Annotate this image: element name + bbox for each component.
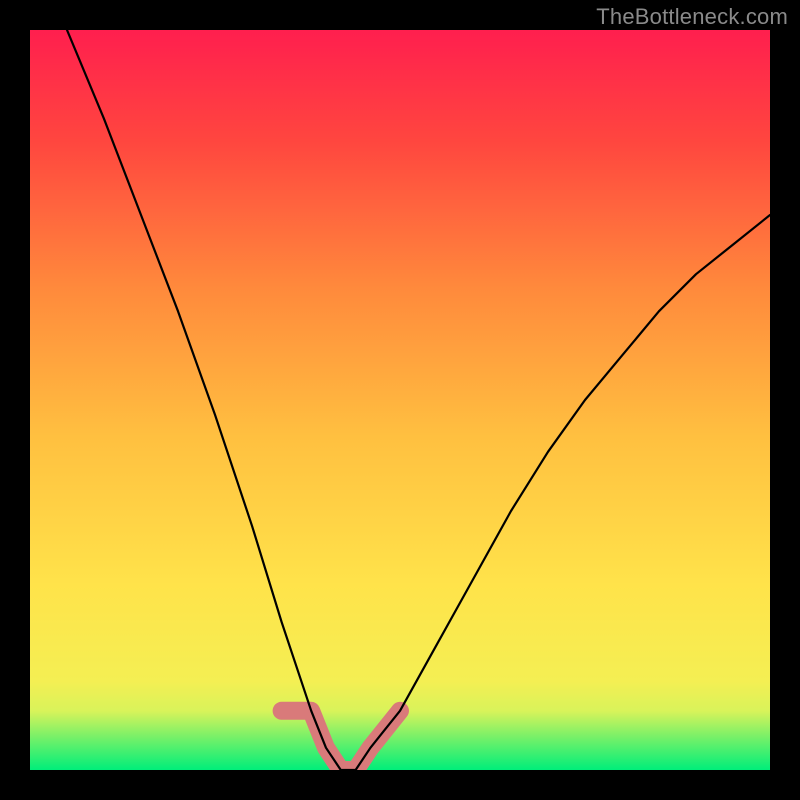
chart-frame: { "watermark": "TheBottleneck.com", "cha… bbox=[0, 0, 800, 800]
watermark-text: TheBottleneck.com bbox=[596, 4, 788, 30]
gradient-background bbox=[30, 30, 770, 770]
bottleneck-chart bbox=[0, 0, 800, 800]
